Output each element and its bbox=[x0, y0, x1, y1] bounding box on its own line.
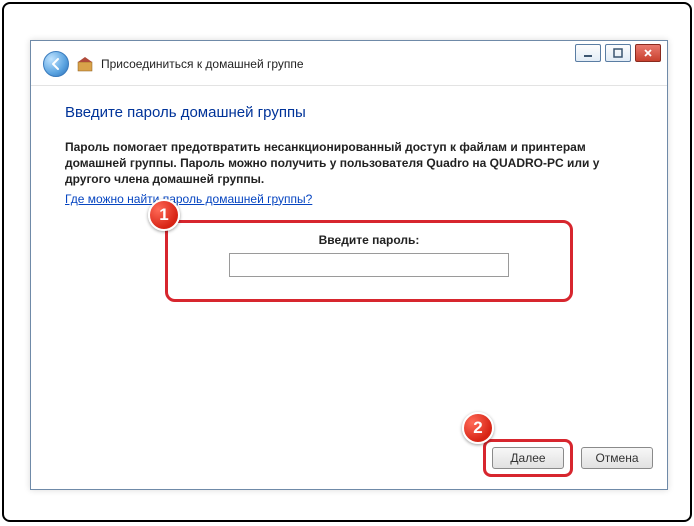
content-area: Введите пароль домашней группы Пароль по… bbox=[31, 86, 667, 302]
maximize-button[interactable] bbox=[605, 44, 631, 62]
cancel-button[interactable]: Отмена bbox=[581, 447, 653, 469]
annotation-badge-1: 1 bbox=[148, 199, 180, 231]
description-text: Пароль помогает предотвратить несанкцион… bbox=[65, 139, 633, 188]
next-button-highlight: 2 Далее bbox=[483, 439, 573, 477]
window-controls bbox=[575, 41, 661, 62]
header-title: Присоединиться к домашней группе bbox=[101, 57, 304, 71]
next-button[interactable]: Далее bbox=[492, 447, 564, 469]
password-section-highlight: 1 Введите пароль: bbox=[165, 220, 573, 302]
password-label: Введите пароль: bbox=[186, 233, 552, 247]
dialog-window: Присоединиться к домашней группе Введите… bbox=[30, 40, 668, 490]
homegroup-icon bbox=[77, 56, 93, 72]
close-icon bbox=[643, 48, 653, 58]
close-button[interactable] bbox=[635, 44, 661, 62]
annotation-badge-2: 2 bbox=[462, 412, 494, 444]
back-button[interactable] bbox=[43, 51, 69, 77]
footer: 2 Далее Отмена bbox=[483, 439, 653, 477]
password-input[interactable] bbox=[229, 253, 509, 277]
back-arrow-icon bbox=[49, 57, 63, 71]
outer-frame: Присоединиться к домашней группе Введите… bbox=[2, 2, 692, 522]
maximize-icon bbox=[613, 48, 623, 58]
header: Присоединиться к домашней группе bbox=[31, 41, 667, 86]
page-title: Введите пароль домашней группы bbox=[65, 104, 633, 121]
help-link[interactable]: Где можно найти пароль домашней группы? bbox=[65, 192, 312, 206]
minimize-icon bbox=[583, 48, 593, 58]
minimize-button[interactable] bbox=[575, 44, 601, 62]
